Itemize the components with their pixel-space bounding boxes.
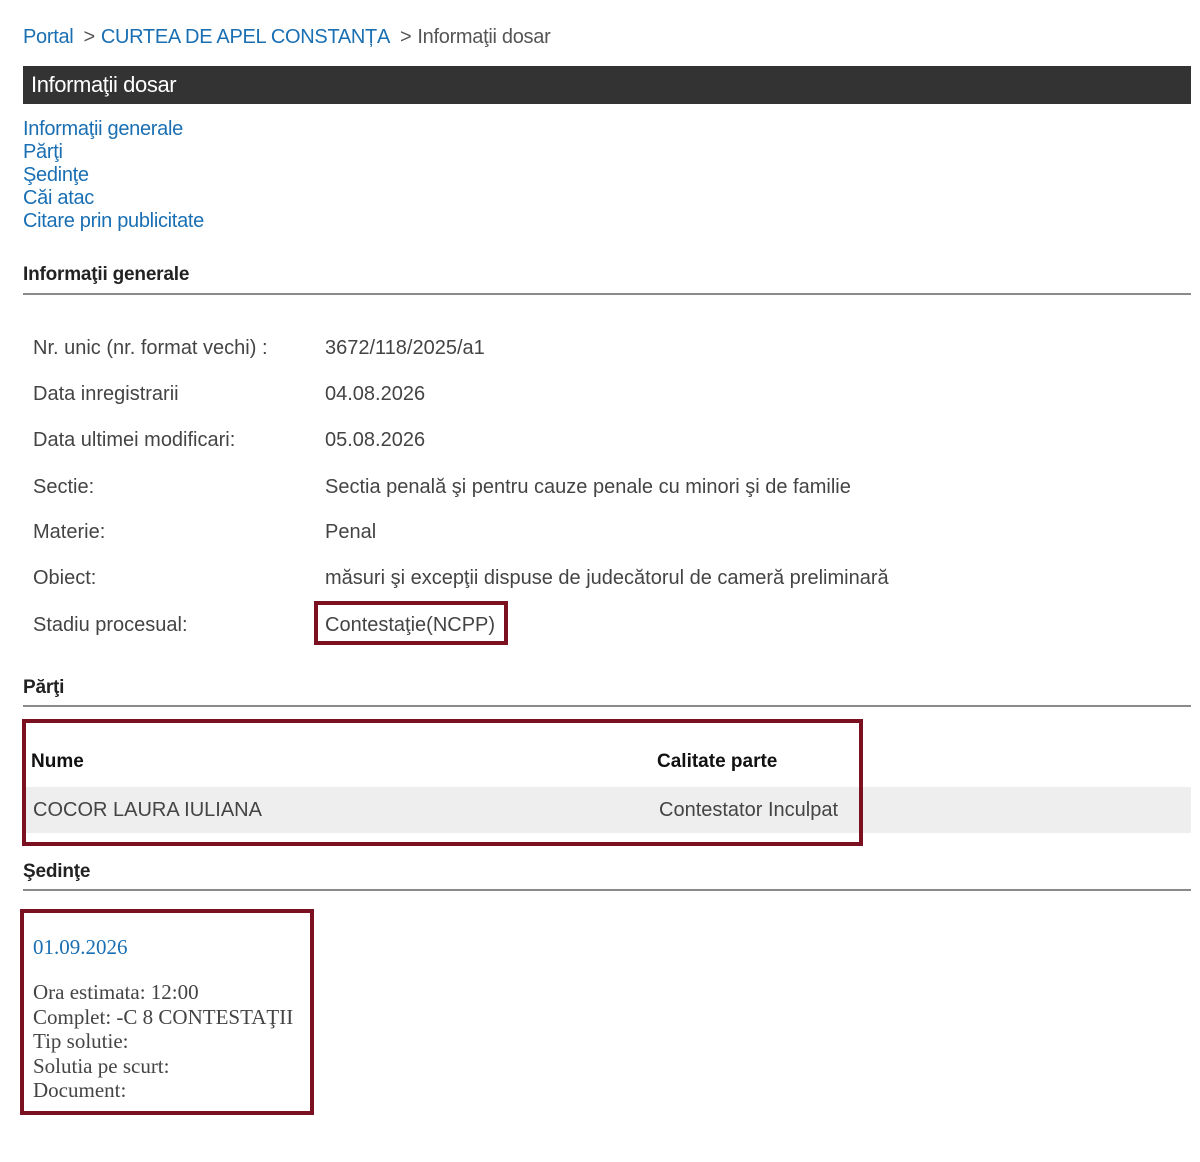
breadcrumb-separator: > — [83, 26, 95, 48]
highlight-box-parties — [22, 719, 863, 846]
highlight-box-procedural-stage — [314, 601, 508, 645]
info-label: Obiect: — [33, 567, 97, 589]
hearings-heading: Şedinţe — [23, 861, 91, 882]
info-value: 3672/118/2025/a1 — [325, 337, 485, 359]
breadcrumb: Portal > CURTEA DE APEL CONSTANȚA > Informaţ… — [23, 26, 551, 49]
divider — [23, 293, 1191, 295]
info-value: Penal — [325, 521, 377, 543]
breadcrumb-current: Informaţii dosar — [417, 26, 551, 48]
info-label: Data ultimei modificari: — [33, 429, 236, 451]
divider — [23, 889, 1191, 891]
info-label: Data inregistrarii — [33, 383, 179, 405]
nav-link-hearings[interactable]: Şedinţe — [23, 164, 204, 187]
page-title-bar: Informaţii dosar — [23, 66, 1191, 104]
nav-link-general[interactable]: Informaţii generale — [23, 118, 204, 141]
divider — [23, 705, 1191, 707]
info-value: 05.08.2026 — [325, 429, 426, 451]
page-title: Informaţii dosar — [31, 72, 177, 97]
info-label: Nr. unic (nr. format vechi) : — [33, 337, 268, 359]
general-info-heading: Informaţii generale — [23, 264, 190, 285]
breadcrumb-separator: > — [400, 26, 412, 48]
info-label: Sectie: — [33, 476, 95, 498]
info-value: 04.08.2026 — [325, 383, 426, 405]
nav-link-parties[interactable]: Părţi — [23, 141, 204, 164]
parties-heading: Părţi — [23, 677, 65, 698]
breadcrumb-court-link[interactable]: CURTEA DE APEL CONSTANȚA — [101, 26, 390, 48]
info-label: Materie: — [33, 521, 106, 543]
info-value: măsuri şi excepţii dispuse de judecătoru… — [325, 567, 889, 589]
nav-link-public-summons[interactable]: Citare prin publicitate — [23, 210, 204, 233]
breadcrumb-portal-link[interactable]: Portal — [23, 26, 74, 48]
info-label: Stadiu procesual: — [33, 614, 188, 636]
section-nav: Informaţii generale Părţi Şedinţe Căi at… — [23, 118, 204, 233]
info-value: Sectia penală şi pentru cauze penale cu … — [325, 476, 851, 498]
highlight-box-hearing — [20, 909, 314, 1115]
nav-link-appeals[interactable]: Căi atac — [23, 187, 204, 210]
